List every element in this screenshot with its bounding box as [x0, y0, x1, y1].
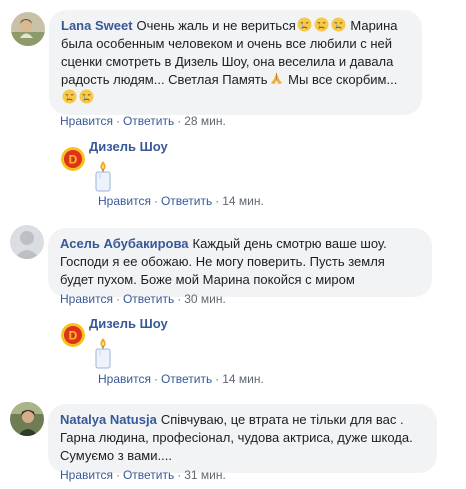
- separator: ·: [215, 372, 220, 386]
- candle-icon: [92, 337, 114, 374]
- timestamp[interactable]: 30 мин.: [184, 292, 226, 306]
- comment-actions: Нравится · Ответить · 28 мин.: [60, 114, 226, 128]
- comment-actions: Нравится · Ответить · 31 мин.: [60, 468, 226, 482]
- reply-actions: Нравится · Ответить · 14 мин.: [98, 372, 264, 386]
- avatar-natalya-natusja[interactable]: [10, 402, 44, 436]
- like-link[interactable]: Нравится: [60, 114, 113, 128]
- reply-link[interactable]: Ответить: [123, 292, 174, 306]
- crying-face-icon: [331, 17, 346, 32]
- avatar-lana-sweet[interactable]: [11, 12, 45, 46]
- avatar-asel[interactable]: [10, 225, 44, 259]
- candle-icon: [92, 160, 114, 197]
- reply-link[interactable]: Ответить: [123, 114, 174, 128]
- reply-author[interactable]: Дизель Шоу: [89, 139, 168, 154]
- timestamp[interactable]: 14 мин.: [222, 194, 264, 208]
- svg-text:D: D: [69, 153, 78, 167]
- reply-author[interactable]: Дизель Шоу: [89, 316, 168, 331]
- comments-thread: Lana Sweet Очень жаль и не вериться Марин…: [0, 0, 466, 489]
- separator: ·: [177, 292, 182, 306]
- separator: ·: [115, 468, 120, 482]
- comment-text: Очень жаль и не вериться: [136, 18, 296, 33]
- separator: ·: [215, 194, 220, 208]
- comment-bubble: Lana Sweet Очень жаль и не вериться Марин…: [49, 10, 422, 115]
- like-link[interactable]: Нравится: [98, 372, 151, 386]
- comment-author[interactable]: Lana Sweet: [61, 18, 133, 33]
- reply-link[interactable]: Ответить: [123, 468, 174, 482]
- comment-author[interactable]: Natalya Natusja: [60, 412, 157, 427]
- separator: ·: [115, 114, 120, 128]
- comment-author[interactable]: Асель Абубакирова: [60, 236, 189, 251]
- reply-link[interactable]: Ответить: [161, 372, 212, 386]
- crying-face-icon: [79, 89, 94, 104]
- separator: ·: [177, 114, 182, 128]
- svg-text:D: D: [69, 329, 78, 343]
- separator: ·: [177, 468, 182, 482]
- crying-face-icon: [62, 89, 77, 104]
- timestamp[interactable]: 28 мин.: [184, 114, 226, 128]
- comment-bubble: Асель Абубакирова Каждый день смотрю ваше…: [48, 228, 432, 297]
- separator: ·: [153, 372, 158, 386]
- like-link[interactable]: Нравится: [98, 194, 151, 208]
- like-link[interactable]: Нравится: [60, 468, 113, 482]
- crying-face-icon: [314, 17, 329, 32]
- diesel-show-logo[interactable]: D: [61, 323, 85, 347]
- reply-link[interactable]: Ответить: [161, 194, 212, 208]
- reply-actions: Нравится · Ответить · 14 мин.: [98, 194, 264, 208]
- comment-bubble: Natalya Natusja Співчуваю, це втрата не т…: [48, 404, 437, 473]
- separator: ·: [153, 194, 158, 208]
- folded-hands-icon: [269, 71, 284, 86]
- comment-actions: Нравится · Ответить · 30 мин.: [60, 292, 226, 306]
- like-link[interactable]: Нравится: [60, 292, 113, 306]
- timestamp[interactable]: 14 мин.: [222, 372, 264, 386]
- diesel-show-logo[interactable]: D: [61, 147, 85, 171]
- comment-text: Мы все скорбим...: [288, 72, 398, 87]
- crying-face-icon: [297, 17, 312, 32]
- separator: ·: [115, 292, 120, 306]
- timestamp[interactable]: 31 мин.: [184, 468, 226, 482]
